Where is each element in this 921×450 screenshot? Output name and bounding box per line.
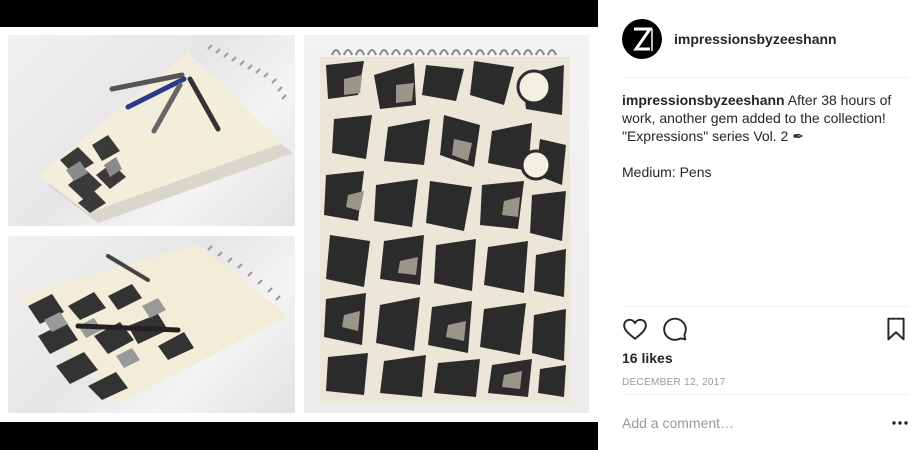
post-author-username[interactable]: impressionsbyzeeshann (674, 31, 837, 47)
sketchbook-closeup-photo (8, 236, 295, 413)
likes-count[interactable]: 16 likes (622, 350, 673, 366)
comment-button[interactable] (662, 316, 688, 342)
expressions-artwork-photo (304, 35, 589, 413)
photo-collage (0, 27, 598, 422)
caption-username[interactable]: impressionsbyzeeshann (622, 92, 785, 108)
save-button[interactable] (883, 316, 909, 342)
actions-divider (622, 306, 909, 307)
post-media (0, 0, 598, 450)
post-caption: impressionsbyzeeshann After 38 hours of … (622, 91, 906, 181)
sketchbook-with-pens-photo (8, 35, 295, 226)
add-comment-input[interactable] (622, 413, 872, 433)
like-button[interactable] (622, 316, 648, 342)
comment-divider (622, 394, 909, 395)
more-options-icon (892, 421, 908, 425)
caption-medium: Medium: Pens (622, 164, 712, 180)
post-actions (622, 316, 909, 342)
comment-icon (663, 317, 687, 341)
bookmark-icon (887, 317, 905, 341)
post-details-panel: impressionsbyzeeshann impressionsbyzeesh… (598, 0, 921, 450)
more-options-button[interactable] (890, 413, 910, 433)
avatar-logo-icon (633, 27, 653, 51)
post-date[interactable]: DECEMBER 12, 2017 (622, 377, 725, 388)
header-divider (622, 77, 909, 78)
heart-icon (623, 318, 647, 340)
post-header: impressionsbyzeeshann (622, 18, 909, 60)
avatar[interactable] (622, 19, 662, 59)
